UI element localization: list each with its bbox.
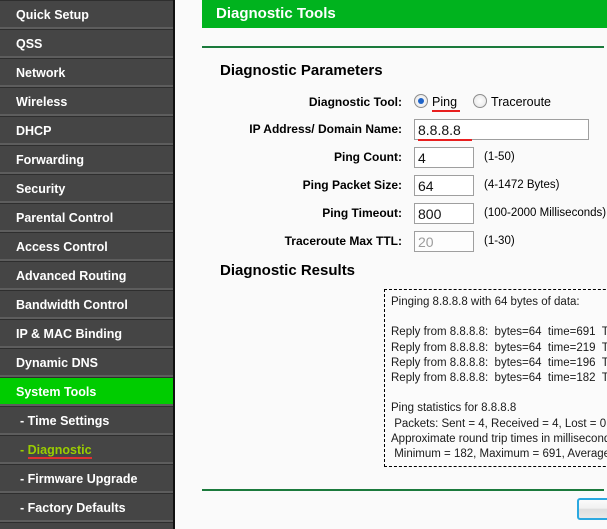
field-hint: (1-50) — [484, 151, 515, 163]
diagnostic-results-textarea[interactable]: Pinging 8.8.8.8 with 64 bytes of data: R… — [384, 289, 607, 467]
input-ping-packet-size[interactable] — [414, 175, 474, 196]
sidebar-item-quick-setup[interactable]: Quick Setup — [0, 0, 173, 29]
input-traceroute-max-ttl — [414, 231, 474, 252]
field-control-wrapper: (4-1472 Bytes) — [414, 175, 559, 196]
form-row-ping-timeout: Ping Timeout: (100-2000 Milliseconds) — [202, 203, 606, 230]
sidebar-item-label: QSS — [16, 37, 43, 51]
sidebar-item-access-control[interactable]: Access Control — [0, 232, 173, 261]
section-title-parameters: Diagnostic Parameters — [220, 62, 383, 79]
sidebar-item-label: Parental Control — [16, 211, 114, 225]
input-ip-address-domain-name[interactable] — [414, 119, 589, 140]
sidebar-item-label: Quick Setup — [16, 8, 89, 22]
divider-top — [202, 46, 604, 48]
sidebar-item-label: Forwarding — [16, 153, 85, 167]
sidebar-navigation: Quick Setup QSS Network Wireless DHCP Forward… — [0, 0, 175, 529]
field-control-wrapper — [414, 119, 589, 141]
form-row-ping-count: Ping Count: (1-50) — [202, 147, 604, 174]
page-title: Diagnostic Tools — [202, 0, 607, 28]
sidebar-item-label: Time Settings — [27, 414, 110, 428]
sidebar-item-system-tools[interactable]: System Tools — [0, 377, 173, 406]
ip-value-underline-marker — [418, 139, 472, 141]
radio-label-ping[interactable]: Ping — [432, 95, 457, 109]
sidebar-sub-prefix: - — [20, 414, 25, 428]
sidebar-item-forwarding[interactable]: Forwarding — [0, 145, 173, 174]
sidebar-item-backup-restore[interactable]: - Backup & Restore — [0, 522, 173, 529]
form-row-ping-packet-size: Ping Packet Size: (4-1472 Bytes) — [202, 175, 604, 202]
sidebar-item-security[interactable]: Security — [0, 174, 173, 203]
sidebar-item-label: Advanced Routing — [16, 269, 127, 283]
sidebar-item-label: System Tools — [16, 385, 97, 399]
sidebar-item-network[interactable]: Network — [0, 58, 173, 87]
sidebar-item-label: Diagnostic — [27, 443, 92, 459]
sidebar-item-ip-mac-binding[interactable]: IP & MAC Binding — [0, 319, 173, 348]
sidebar-sub-prefix: - — [20, 501, 25, 515]
form-row-ip-address-domain-name: IP Address/ Domain Name: — [202, 119, 604, 146]
radio-group-diagnostic-tool[interactable]: Ping Traceroute — [414, 92, 551, 112]
sidebar-item-label: IP & MAC Binding — [16, 327, 123, 341]
sidebar-item-label: Dynamic DNS — [16, 356, 98, 370]
main-content: Diagnostic Tools Diagnostic Parameters D… — [177, 0, 607, 529]
label-diagnostic-tool: Diagnostic Tool: — [308, 95, 402, 109]
sidebar-item-factory-defaults[interactable]: - Factory Defaults — [0, 493, 173, 522]
field-label: Ping Count: — [334, 150, 402, 164]
field-control-wrapper: (1-50) — [414, 147, 515, 168]
sidebar-item-label: Factory Defaults — [27, 501, 126, 515]
sidebar-item-dhcp[interactable]: DHCP — [0, 116, 173, 145]
sidebar-item-qss[interactable]: QSS — [0, 29, 173, 58]
sidebar-item-label: Access Control — [16, 240, 108, 254]
form-row-diagnostic-tool: Diagnostic Tool: Ping Traceroute — [202, 92, 604, 119]
sidebar-item-bandwidth-control[interactable]: Bandwidth Control — [0, 290, 173, 319]
sidebar-item-label: Network — [16, 66, 66, 80]
input-ping-timeout[interactable] — [414, 203, 474, 224]
input-ping-count[interactable] — [414, 147, 474, 168]
radio-ping-icon[interactable] — [414, 94, 428, 108]
sidebar-item-label: Firmware Upgrade — [27, 472, 138, 486]
sidebar-item-label: DHCP — [16, 124, 52, 138]
field-control-wrapper: (1-30) — [414, 231, 515, 252]
field-control-wrapper: (100-2000 Milliseconds) — [414, 203, 606, 224]
field-label: Ping Timeout: — [322, 206, 402, 220]
field-label: Ping Packet Size: — [302, 178, 402, 192]
sidebar-item-label: Wireless — [16, 95, 68, 109]
sidebar-item-advanced-routing[interactable]: Advanced Routing — [0, 261, 173, 290]
router-admin-page: Quick Setup QSS Network Wireless DHCP Forward… — [0, 0, 607, 529]
sidebar-item-dynamic-dns[interactable]: Dynamic DNS — [0, 348, 173, 377]
form-row-traceroute-max-ttl: Traceroute Max TTL: (1-30) — [202, 231, 604, 258]
radio-traceroute-icon[interactable] — [473, 94, 488, 108]
field-hint: (100-2000 Milliseconds) — [484, 207, 607, 219]
sidebar-item-label: Bandwidth Control — [16, 298, 128, 312]
sidebar-item-firmware-upgrade[interactable]: - Firmware Upgrade — [0, 464, 173, 493]
sidebar-item-label: Security — [16, 182, 66, 196]
sidebar-sub-prefix: - — [20, 472, 25, 486]
field-label: Traceroute Max TTL: — [284, 234, 402, 248]
field-label: IP Address/ Domain Name: — [249, 122, 402, 136]
field-hint: (4-1472 Bytes) — [484, 179, 560, 191]
sidebar-sub-prefix: - — [20, 443, 25, 457]
section-title-results: Diagnostic Results — [220, 262, 356, 279]
sidebar-item-parental-control[interactable]: Parental Control — [0, 203, 173, 232]
radio-label-traceroute[interactable]: Traceroute — [491, 95, 551, 109]
divider-bottom — [202, 489, 604, 491]
sidebar-item-time-settings[interactable]: - Time Settings — [0, 406, 173, 435]
sidebar-item-diagnostic[interactable]: - Diagnostic — [0, 435, 173, 464]
start-button[interactable]: Start — [577, 498, 607, 520]
field-hint: (1-30) — [484, 235, 515, 247]
sidebar-item-wireless[interactable]: Wireless — [0, 87, 173, 116]
